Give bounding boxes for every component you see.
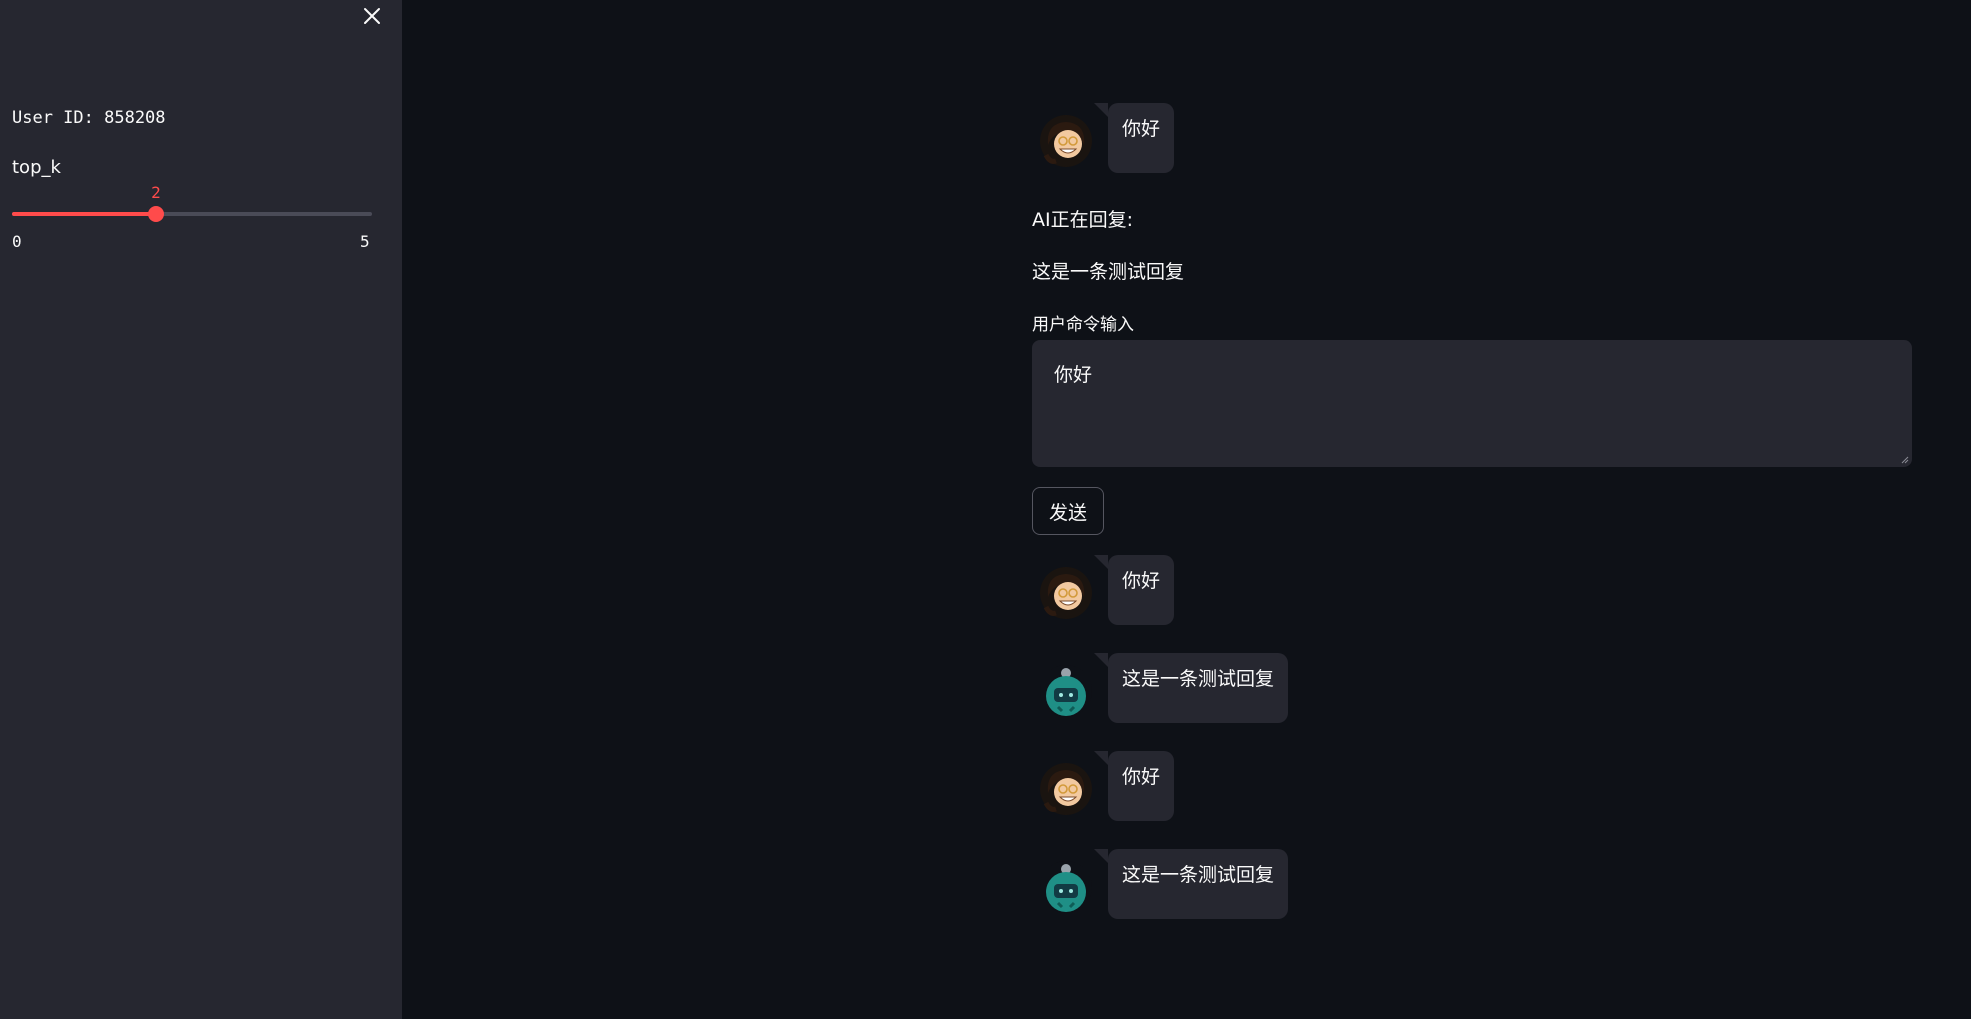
- chat-bubble: 你好: [1093, 751, 1175, 821]
- main-content: 你好 AI正在回复: 这是一条测试回复 用户命令输入 你好 发送 你好 这是一条…: [1032, 0, 1912, 1019]
- ai-status-text: AI正在回复:: [1032, 209, 1134, 231]
- sidebar: User ID: 858208 top_k 2 0 5: [0, 0, 402, 1019]
- slider-min-label: 0: [12, 232, 22, 251]
- chat-bubble: 这是一条测试回复: [1093, 849, 1289, 919]
- close-sidebar-button[interactable]: [358, 2, 386, 30]
- slider-max-label: 5: [360, 232, 370, 251]
- slider-fill: [12, 212, 156, 216]
- slider-value: 2: [151, 183, 161, 202]
- top-k-slider[interactable]: [12, 206, 372, 222]
- slider-thumb[interactable]: [148, 206, 164, 222]
- chat-bubble: 这是一条测试回复: [1093, 653, 1289, 723]
- user-id-text: User ID: 858208: [12, 108, 166, 128]
- close-icon: [364, 8, 380, 24]
- robot-avatar-icon: [1040, 665, 1092, 717]
- command-input[interactable]: 你好: [1032, 340, 1912, 467]
- command-input-label: 用户命令输入: [1032, 315, 1134, 335]
- user-avatar-icon: [1040, 567, 1092, 619]
- robot-avatar-icon: [1040, 861, 1092, 913]
- user-avatar-icon: [1040, 115, 1092, 167]
- chat-bubble: 你好: [1093, 103, 1175, 173]
- send-button[interactable]: 发送: [1032, 487, 1104, 535]
- command-input-value: 你好: [1054, 364, 1093, 386]
- chat-bubble: 你好: [1093, 555, 1175, 625]
- user-avatar-icon: [1040, 763, 1092, 815]
- resize-handle-icon[interactable]: [1901, 456, 1909, 464]
- reply-preview-text: 这是一条测试回复: [1032, 261, 1185, 283]
- top-k-label: top_k: [12, 157, 61, 178]
